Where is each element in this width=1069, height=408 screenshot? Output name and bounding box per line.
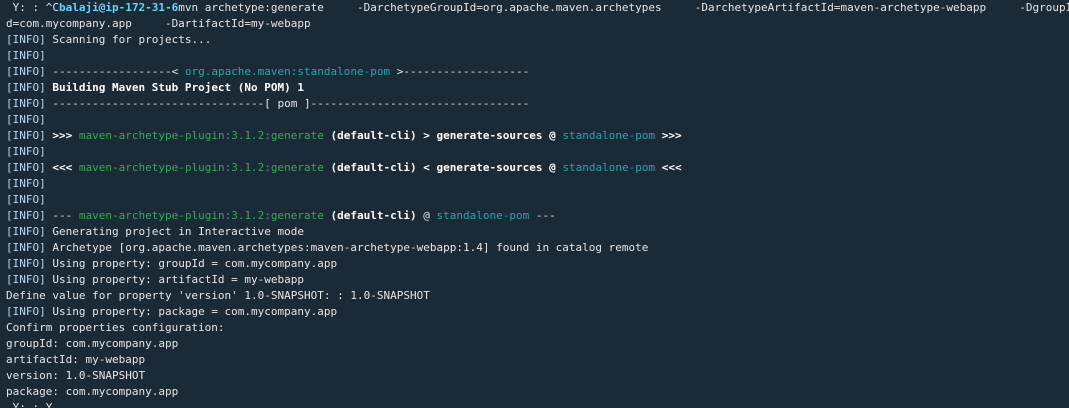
terminal-text-segment: standalone-pom — [436, 209, 530, 222]
terminal-text-segment: Generating project in Interactive mode — [45, 225, 305, 238]
terminal-text-segment: Using property: artifactId = my-webapp — [45, 273, 305, 286]
terminal-line: [INFO] Scanning for projects... — [6, 32, 1069, 48]
terminal-line: Define value for property 'version' 1.0-… — [6, 288, 1069, 304]
terminal-text-segment: [INFO] — [6, 49, 46, 62]
terminal-text-segment: [INFO] — [6, 129, 46, 142]
terminal-text-segment: (default-cli) — [323, 209, 417, 222]
terminal-output: Y: : ^Cbalaji@ip-172-31-6mvn archetype:g… — [6, 0, 1069, 408]
terminal-text-segment: [INFO] — [6, 193, 46, 206]
terminal-line: package: com.mycompany.app — [6, 384, 1069, 400]
terminal-line: [INFO] Generating project in Interactive… — [6, 224, 1069, 240]
terminal-line: artifactId: my-webapp — [6, 352, 1069, 368]
terminal-text-segment: Using property: groupId = com.mycompany.… — [45, 257, 338, 270]
terminal-line: [INFO] Archetype [org.apache.maven.arche… — [6, 240, 1069, 256]
terminal-text-segment: Y: : ^C — [6, 1, 59, 14]
terminal-line: d=com.mycompany.app -DartifactId=my-weba… — [6, 16, 1069, 32]
terminal-text-segment: Define value for property 'version' 1.0-… — [6, 289, 430, 302]
terminal-line: [INFO] Building Maven Stub Project (No P… — [6, 80, 1069, 96]
terminal-line: version: 1.0-SNAPSHOT — [6, 368, 1069, 384]
terminal-text-segment: maven-archetype-plugin:3.1.2:generate — [78, 129, 324, 142]
terminal-text-segment: --- — [45, 209, 79, 222]
terminal-text-segment: [INFO] — [6, 65, 46, 78]
terminal-line: [INFO] Using property: groupId = com.myc… — [6, 256, 1069, 272]
terminal-text-segment: generate-sources — [436, 129, 543, 142]
terminal-text-segment: < — [416, 161, 437, 174]
terminal-text-segment: package: com.mycompany.app — [6, 385, 179, 398]
terminal-line: [INFO] — [6, 48, 1069, 64]
terminal-line: [INFO] <<< maven-archetype-plugin:3.1.2:… — [6, 160, 1069, 176]
terminal-text-segment: > — [416, 129, 437, 142]
terminal-line: [INFO] >>> maven-archetype-plugin:3.1.2:… — [6, 128, 1069, 144]
terminal-text-segment: @ — [542, 161, 563, 174]
terminal-text-segment: >------------------- — [390, 65, 530, 78]
terminal-text-segment: artifactId: my-webapp — [6, 353, 146, 366]
terminal-text-segment: Building Maven Stub Project (No POM) 1 — [45, 81, 305, 94]
terminal-line: [INFO] ------------------< org.apache.ma… — [6, 64, 1069, 80]
terminal-line: [INFO] — [6, 176, 1069, 192]
terminal-text-segment: <<< — [45, 161, 79, 174]
terminal-text-segment: (default-cli) — [323, 161, 417, 174]
terminal-text-segment: version: 1.0-SNAPSHOT — [6, 369, 146, 382]
terminal-text-segment: generate-sources — [436, 161, 543, 174]
terminal-line: [INFO] --- maven-archetype-plugin:3.1.2:… — [6, 208, 1069, 224]
terminal-text-segment: ------------------< — [45, 65, 185, 78]
terminal-text-segment: mvn archetype:generate -DarchetypeGroupI… — [178, 1, 1069, 14]
terminal-line: [INFO] --------------------------------[… — [6, 96, 1069, 112]
terminal-line: Y: : ^Cbalaji@ip-172-31-6mvn archetype:g… — [6, 0, 1069, 16]
terminal-line: [INFO] — [6, 112, 1069, 128]
terminal-text-segment: >>> — [45, 129, 79, 142]
terminal-text-segment: --------------------------------[ pom ]-… — [45, 97, 530, 110]
terminal-text-segment: maven-archetype-plugin:3.1.2:generate — [78, 209, 324, 222]
terminal-text-segment: [INFO] — [6, 273, 46, 286]
terminal-line: [INFO] — [6, 144, 1069, 160]
terminal-line: Confirm properties configuration: — [6, 320, 1069, 336]
terminal-text-segment: [INFO] — [6, 257, 46, 270]
terminal-text-segment: @ — [542, 129, 563, 142]
terminal-text-segment: d=com.mycompany.app -DartifactId=my-weba… — [6, 17, 311, 30]
terminal-text-segment: standalone-pom — [562, 129, 656, 142]
terminal-window[interactable]: Y: : ^Cbalaji@ip-172-31-6mvn archetype:g… — [0, 0, 1069, 408]
terminal-line: Y: : Y — [6, 400, 1069, 408]
terminal-text-segment: balaji@ip-172-31-6 — [58, 1, 179, 14]
terminal-text-segment: Confirm properties configuration: — [6, 321, 225, 334]
terminal-text-segment: [INFO] — [6, 161, 46, 174]
terminal-text-segment: [INFO] — [6, 225, 46, 238]
terminal-text-segment: [INFO] — [6, 241, 46, 254]
terminal-text-segment: groupId: com.mycompany.app — [6, 337, 179, 350]
terminal-text-segment: [INFO] — [6, 113, 46, 126]
terminal-text-segment: [INFO] — [6, 97, 46, 110]
terminal-text-segment: standalone-pom — [562, 161, 656, 174]
terminal-text-segment: maven-archetype-plugin:3.1.2:generate — [78, 161, 324, 174]
terminal-text-segment: Y: : Y — [6, 401, 53, 408]
terminal-text-segment: org.apache.maven:standalone-pom — [184, 65, 391, 78]
terminal-line: [INFO] Using property: package = com.myc… — [6, 304, 1069, 320]
terminal-text-segment: [INFO] — [6, 145, 46, 158]
terminal-text-segment: [INFO] — [6, 81, 46, 94]
terminal-text-segment: [INFO] — [6, 33, 46, 46]
terminal-text-segment: <<< — [655, 161, 682, 174]
terminal-text-segment: Archetype [org.apache.maven.archetypes:m… — [45, 241, 649, 254]
terminal-text-segment: >>> — [655, 129, 682, 142]
terminal-text-segment: Scanning for projects... — [45, 33, 212, 46]
terminal-text-segment: --- — [529, 209, 556, 222]
terminal-text-segment: Using property: package = com.mycompany.… — [45, 305, 338, 318]
terminal-text-segment: [INFO] — [6, 209, 46, 222]
terminal-text-segment: (default-cli) — [323, 129, 417, 142]
terminal-text-segment: @ — [416, 209, 437, 222]
terminal-text-segment: [INFO] — [6, 305, 46, 318]
terminal-line: groupId: com.mycompany.app — [6, 336, 1069, 352]
terminal-line: [INFO] Using property: artifactId = my-w… — [6, 272, 1069, 288]
terminal-line: [INFO] — [6, 192, 1069, 208]
terminal-text-segment: [INFO] — [6, 177, 46, 190]
